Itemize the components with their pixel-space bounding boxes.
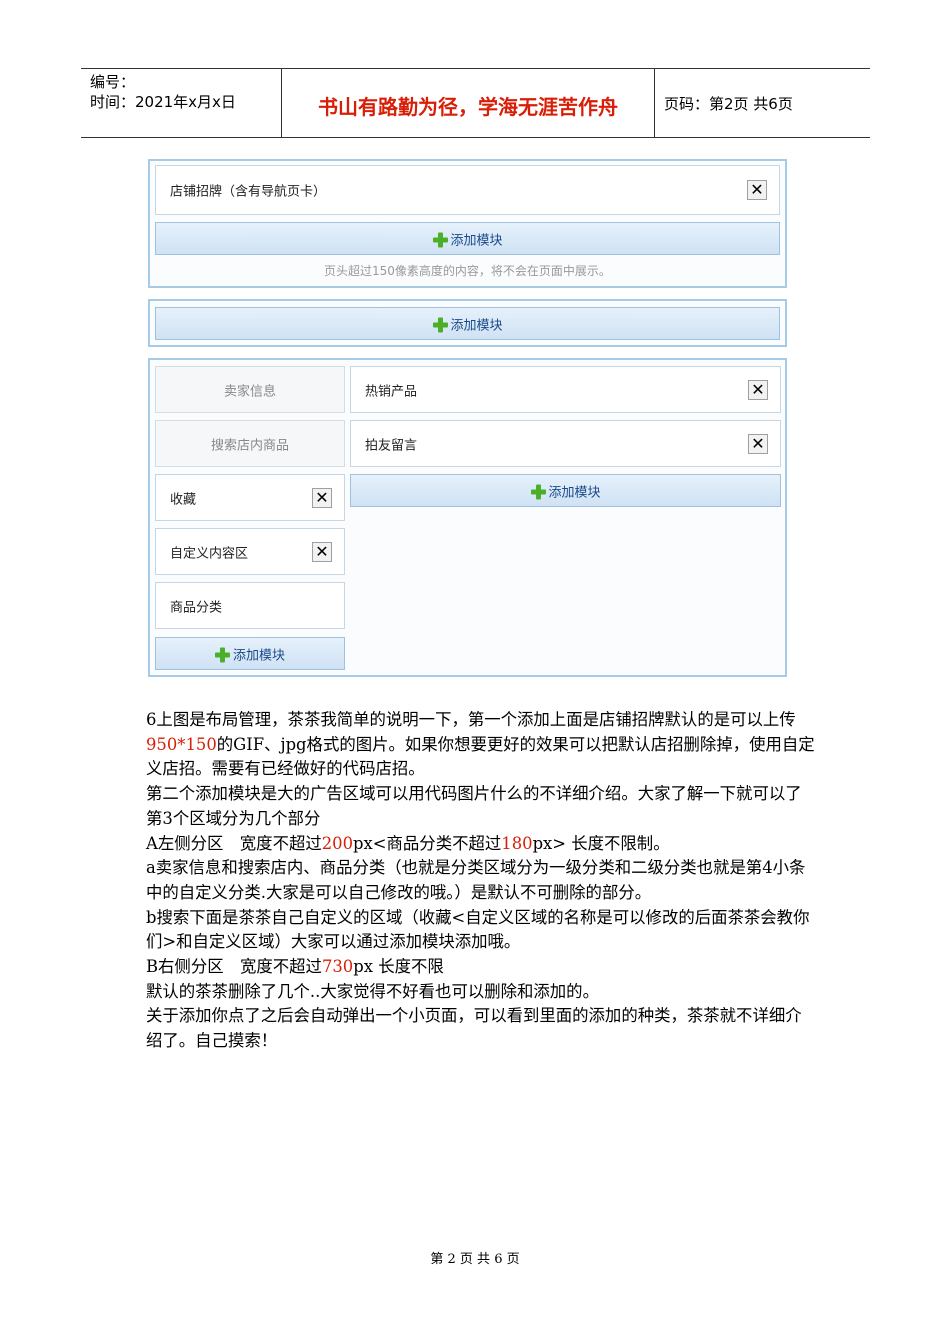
module-hot-products[interactable]: 热销产品 ✕ [350,366,781,413]
highlight-size: 950*150 [146,734,217,754]
page-footer: 第 2 页 共 6 页 [430,1252,520,1267]
header-motto-cell: 书山有路勤为径，学海无涯苦作舟 [282,69,655,137]
close-icon[interactable]: ✕ [312,541,332,562]
module-seller-info: 卖家信息 [155,366,345,413]
plus-icon [432,317,448,332]
layout-panel-body: 卖家信息 搜索店内商品 收藏 ✕ 自定义内容区 ✕ 商品分类 添加模块 热销产品… [148,358,787,677]
highlight-width: 180 [501,833,533,853]
module-label: 收藏 [170,492,197,507]
document-header: 编号： 时间：2021年x月x日 书山有路勤为径，学海无涯苦作舟 页码：第2页 … [81,68,870,138]
plus-icon [214,647,230,662]
paragraph: 关于添加你点了之后会自动弹出一个小页面，可以看到里面的添加的种类，茶茶就不详细介… [146,1006,802,1051]
header-page-cell: 页码：第2页 共6页 [655,69,870,137]
text-span: px> 长度不限制。 [532,833,670,853]
header-meta-cell: 编号： 时间：2021年x月x日 [81,69,282,137]
text-span: px 长度不限 [353,957,444,977]
paragraph: B右侧分区 宽度不超过730px 长度不限 [146,955,816,980]
module-label: 店铺招牌（含有导航页卡） [170,184,327,200]
layout-panel-banner: 添加模块 [148,299,787,347]
module-label: 热销产品 [365,384,418,399]
module-label: 搜索店内商品 [210,438,289,453]
add-module-label: 添加模块 [450,233,503,248]
close-icon[interactable]: ✕ [312,487,332,508]
module-label: 拍友留言 [365,438,418,453]
code-label: 编号： [90,73,136,91]
close-icon[interactable]: ✕ [747,180,767,200]
header-height-note: 页头超过150像素高度的内容，将不会在页面中展示。 [324,264,611,278]
module-favorites[interactable]: 收藏 ✕ [155,474,345,521]
plus-icon [530,484,546,499]
paragraph: 第3个区域分为几个部分 [146,808,321,828]
paragraph: 默认的茶茶删除了几个..大家觉得不好看也可以删除和添加的。 [146,981,599,1001]
module-label: 卖家信息 [223,384,276,399]
add-module-button-right[interactable]: 添加模块 [350,474,781,507]
module-label: 自定义内容区 [170,546,249,561]
paragraph: 第二个添加模块是大的广告区域可以用代码图片什么的不详细介绍。大家了解一下就可以了 [146,784,802,804]
time-label: 时间：2021年x月x日 [90,93,236,111]
add-module-button-left[interactable]: 添加模块 [155,637,345,670]
module-custom-content[interactable]: 自定义内容区 ✕ [155,528,345,575]
highlight-width: 200 [321,833,354,853]
add-module-label: 添加模块 [232,648,286,663]
article-body: 6上图是布局管理，茶茶我简单的说明一下，第一个添加上面是店铺招牌默认的是可以上传… [146,708,816,1054]
text-span: A左侧分区 宽度不超过 [146,833,322,853]
motto: 书山有路勤为径，学海无涯苦作舟 [318,95,618,119]
add-module-button[interactable]: 添加模块 [155,222,780,255]
page-info: 页码：第2页 共6页 [664,95,793,113]
paragraph: A左侧分区 宽度不超过200px<商品分类不超过180px> 长度不限制。 [146,832,816,857]
layout-panel-header: 店铺招牌（含有导航页卡） ✕ 添加模块 页头超过150像素高度的内容，将不会在页… [148,159,787,288]
paragraph: 6上图是布局管理，茶茶我简单的说明一下，第一个添加上面是店铺招牌默认的是可以上传… [146,708,816,782]
highlight-width: 730 [321,957,354,977]
add-module-label: 添加模块 [548,485,601,500]
text-span: 6上图是布局管理，茶茶我简单的说明一下，第一个添加上面是店铺招牌默认的是可以上传 [146,710,796,729]
add-module-button[interactable]: 添加模块 [155,307,780,340]
paragraph: a卖家信息和搜索店内、商品分类（也就是分类区域分为一级分类和二级分类也就是第4小… [146,858,806,902]
plus-icon [432,232,448,247]
close-icon[interactable]: ✕ [748,379,768,400]
paragraph: b搜索下面是茶茶自己自定义的区域（收藏<自定义区域的名称是可以修改的后面茶茶会教… [146,907,810,952]
module-label: 商品分类 [170,600,223,615]
module-categories[interactable]: 商品分类 [155,582,345,629]
text-span: B右侧分区 宽度不超过 [146,957,322,977]
add-module-label: 添加模块 [450,318,503,333]
module-shop-search: 搜索店内商品 [155,420,345,467]
close-icon[interactable]: ✕ [748,433,768,454]
text-span: 的GIF、jpg格式的图片。如果你想要更好的效果可以把默认店招删除掉，使用自定义… [146,734,815,779]
text-span: px<商品分类不超过 [353,833,502,853]
module-guestbook[interactable]: 拍友留言 ✕ [350,420,781,467]
module-shop-sign[interactable]: 店铺招牌（含有导航页卡） ✕ [155,165,780,215]
